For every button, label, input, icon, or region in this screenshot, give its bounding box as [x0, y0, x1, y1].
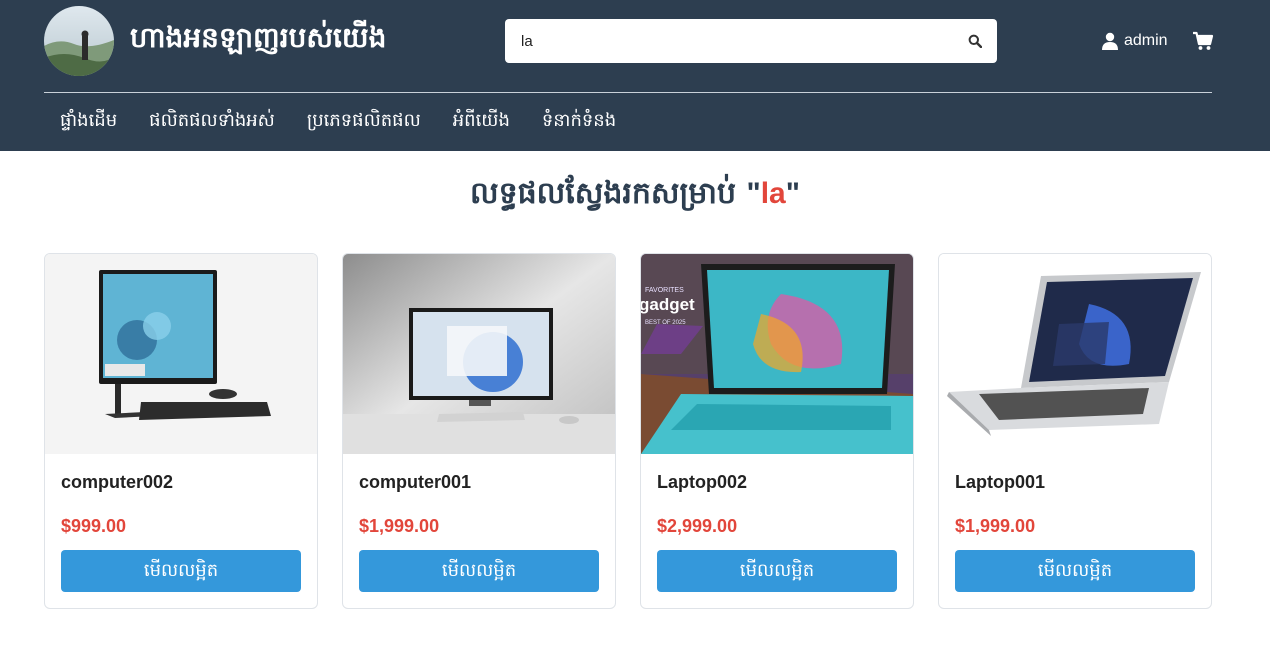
search-results-title: លទ្ធផលស្វែងរកសម្រាប់ "la" — [0, 174, 1270, 218]
product-card[interactable]: FAVORITES gadget BEST OF 2025 Laptop002 … — [640, 253, 914, 609]
product-image[interactable] — [45, 254, 317, 454]
search-icon — [968, 34, 982, 48]
product-name[interactable]: computer002 — [61, 472, 173, 493]
product-card[interactable]: computer001 $1,999.00 មើលលម្អិត — [342, 253, 616, 609]
nav-all-products[interactable]: ផលិតផលទាំងអស់ — [133, 104, 291, 138]
results-prefix: លទ្ធផលស្វែងរកសម្រាប់ — [470, 176, 747, 211]
product-price: $1,999.00 — [955, 516, 1036, 536]
view-details-button[interactable]: មើលលម្អិត — [657, 550, 897, 592]
product-grid: computer002 $999.00 មើលលម្អិត computer00… — [44, 253, 1212, 609]
product-name[interactable]: computer001 — [359, 472, 471, 493]
view-details-button[interactable]: មើលលម្អិត — [359, 550, 599, 592]
product-card[interactable]: Laptop001 $1,999.00 មើលលម្អិត — [938, 253, 1212, 609]
header-divider — [44, 92, 1212, 93]
main-nav: ផ្ទាំងដើម ផលិតផលទាំងអស់ ប្រភេទផលិតផល អំព… — [44, 104, 632, 138]
product-name[interactable]: Laptop001 — [955, 472, 1045, 493]
cart-button[interactable] — [1192, 30, 1214, 52]
search-query: la — [760, 177, 786, 210]
view-details-button[interactable]: មើលលម្អិត — [955, 550, 1195, 592]
store-name[interactable]: ហាងអនឡាញរបស់យើង — [130, 20, 386, 61]
product-card[interactable]: computer002 $999.00 មើលលម្អិត — [44, 253, 318, 609]
search-input[interactable] — [505, 19, 955, 63]
search-box — [505, 19, 997, 63]
nav-about[interactable]: អំពីយើង — [437, 104, 526, 138]
store-avatar[interactable] — [44, 6, 114, 76]
site-header: ហាងអនឡាញរបស់យើង admin ផ្ទាំងដើម ផលិតផលទា… — [0, 0, 1270, 151]
view-details-button[interactable]: មើលលម្អិត — [61, 550, 301, 592]
product-name[interactable]: Laptop002 — [657, 472, 747, 493]
badge-gadget: gadget — [641, 295, 695, 314]
nav-categories[interactable]: ប្រភេទផលិតផល — [291, 104, 437, 138]
nav-home[interactable]: ផ្ទាំងដើម — [44, 104, 133, 138]
cart-icon — [1193, 31, 1214, 50]
results-open-quote: " — [746, 177, 761, 210]
results-close-quote: " — [785, 177, 800, 210]
user-icon — [1102, 32, 1118, 50]
search-button[interactable] — [961, 27, 989, 55]
user-menu[interactable]: admin — [1102, 29, 1168, 53]
product-price: $1,999.00 — [359, 516, 440, 536]
product-image[interactable] — [343, 254, 615, 454]
product-image[interactable]: FAVORITES gadget BEST OF 2025 — [641, 254, 913, 454]
product-price: $999.00 — [61, 516, 127, 536]
badge-best-of: BEST OF 2025 — [645, 320, 686, 326]
username: admin — [1124, 32, 1168, 49]
badge-favorites: FAVORITES — [645, 287, 684, 294]
product-price: $2,999.00 — [657, 516, 738, 536]
product-image[interactable] — [939, 254, 1211, 454]
nav-contact[interactable]: ទំនាក់ទំនង — [526, 104, 632, 138]
